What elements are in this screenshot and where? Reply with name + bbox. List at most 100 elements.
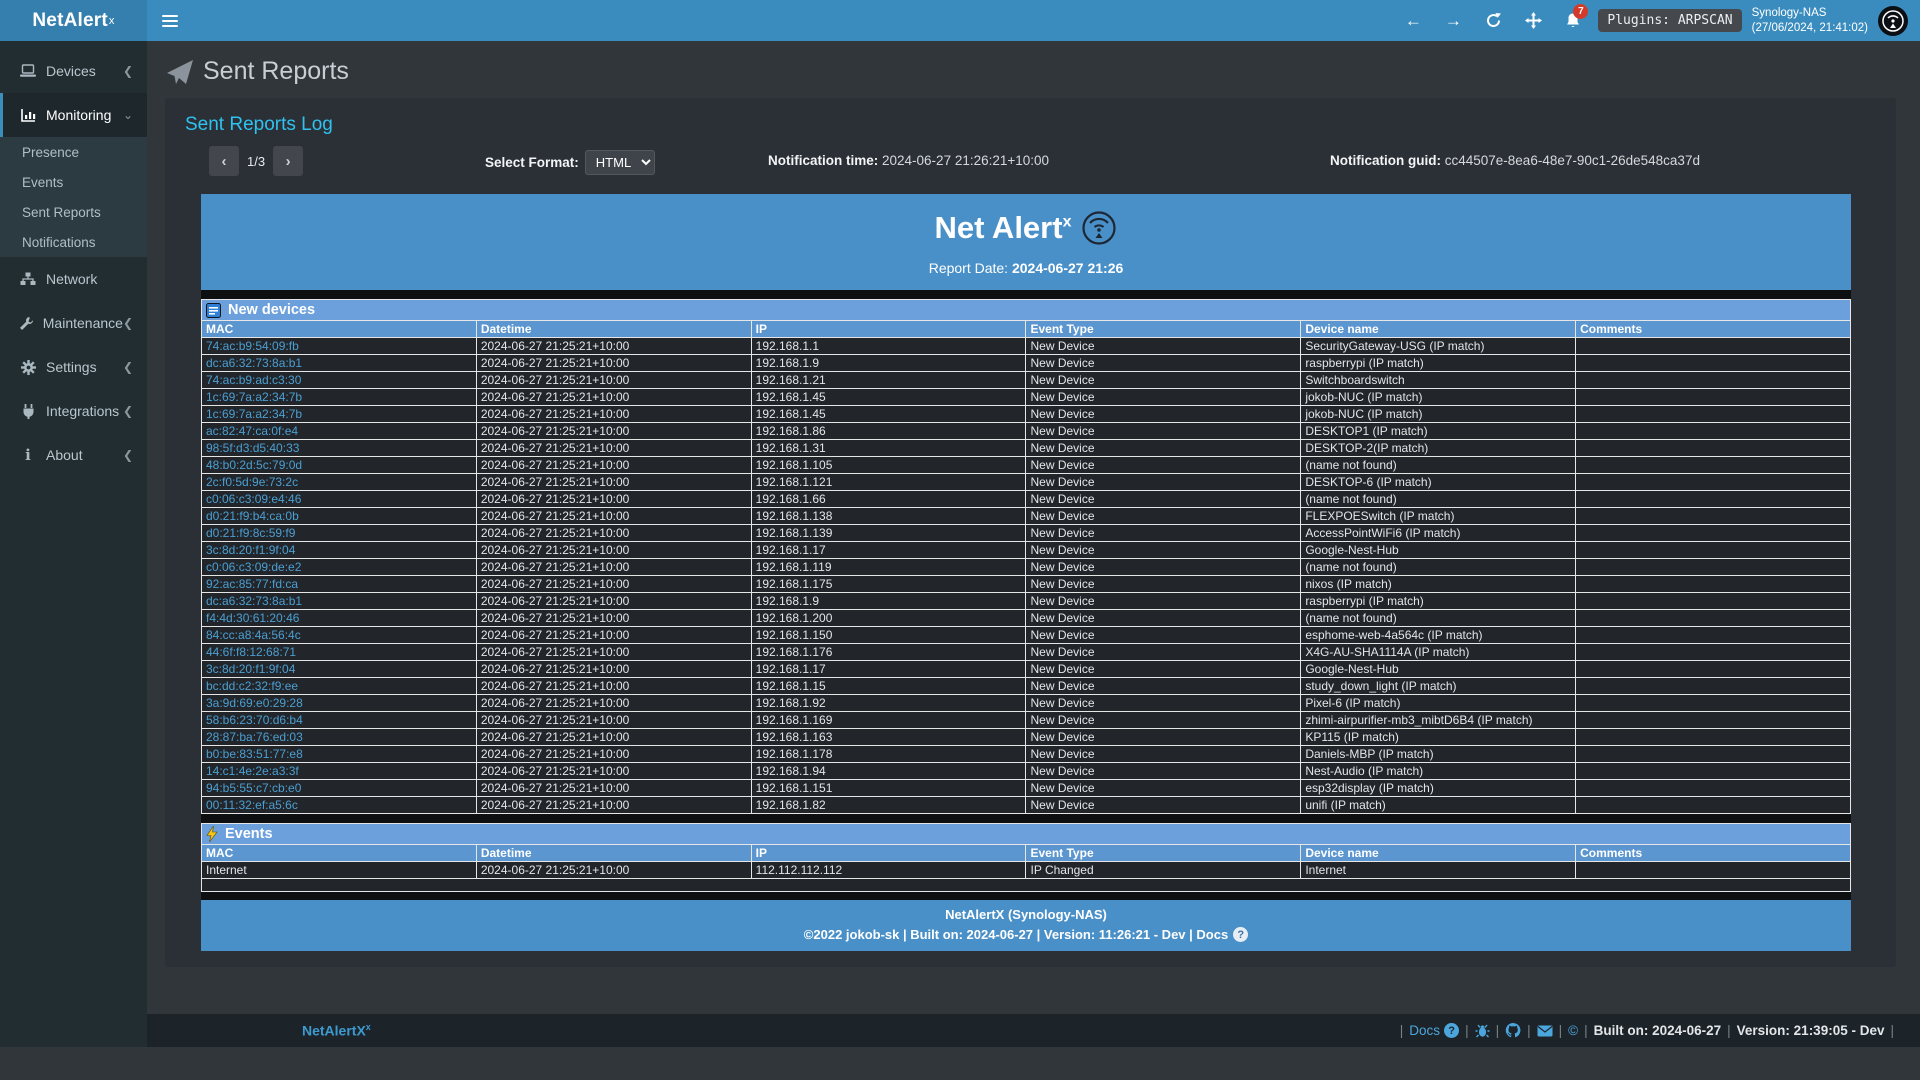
mac-cell[interactable]: 98:5f:d3:d5:40:33 xyxy=(202,440,477,457)
github-link[interactable] xyxy=(1505,1023,1521,1038)
mac-cell[interactable]: dc:a6:32:73:8a:b1 xyxy=(202,593,477,610)
mac-cell[interactable]: c0:06:c3:09:e4:46 xyxy=(202,491,477,508)
mac-link[interactable]: 14:c1:4e:2e:a3:3f xyxy=(206,764,299,778)
mac-cell[interactable]: c0:06:c3:09:de:e2 xyxy=(202,559,477,576)
device-name-cell: jokob-NUC (IP match) xyxy=(1301,406,1576,423)
prev-page-button[interactable]: ‹ xyxy=(209,146,239,176)
question-circle-icon[interactable]: ? xyxy=(1233,927,1248,942)
mac-cell[interactable]: 14:c1:4e:2e:a3:3f xyxy=(202,763,477,780)
sidebar-item-integrations[interactable]: Integrations ❮ xyxy=(0,389,147,433)
sidebar-item-devices[interactable]: Devices ❮ xyxy=(0,49,147,93)
mac-link[interactable]: 28:87:ba:76:ed:03 xyxy=(206,730,303,744)
mac-link[interactable]: 2c:f0:5d:9e:73:2c xyxy=(206,475,298,489)
comments-cell xyxy=(1576,542,1851,559)
mac-link[interactable]: dc:a6:32:73:8a:b1 xyxy=(206,594,302,608)
move-button[interactable] xyxy=(1518,6,1548,36)
mac-link[interactable]: 74:ac:b9:54:09:fb xyxy=(206,339,299,353)
mac-link[interactable]: 58:b6:23:70:d6:b4 xyxy=(206,713,303,727)
ip-cell: 192.168.1.138 xyxy=(751,508,1026,525)
ip-cell: 192.168.1.94 xyxy=(751,763,1026,780)
app-logo[interactable]: NetAlertx xyxy=(0,0,147,41)
mac-cell[interactable]: 92:ac:85:77:fd:ca xyxy=(202,576,477,593)
mac-link[interactable]: f4:4d:30:61:20:46 xyxy=(206,611,299,625)
mac-cell[interactable]: 1c:69:7a:a2:34:7b xyxy=(202,389,477,406)
sidebar-item-settings[interactable]: Settings ❮ xyxy=(0,345,147,389)
mac-cell[interactable]: 3c:8d:20:f1:9f:04 xyxy=(202,661,477,678)
mac-cell[interactable]: 58:b6:23:70:d6:b4 xyxy=(202,712,477,729)
mac-link[interactable]: dc:a6:32:73:8a:b1 xyxy=(206,356,302,370)
mac-link[interactable]: 98:5f:d3:d5:40:33 xyxy=(206,441,299,455)
back-button[interactable]: ← xyxy=(1398,6,1428,36)
table-row: 1c:69:7a:a2:34:7b2024-06-27 21:25:21+10:… xyxy=(202,406,1851,423)
user-avatar[interactable] xyxy=(1878,6,1908,36)
plugins-badge[interactable]: Plugins: ARPSCAN xyxy=(1598,9,1741,32)
sidebar-item-network[interactable]: Network xyxy=(0,257,147,301)
mac-cell[interactable]: d0:21:f9:8c:59:f9 xyxy=(202,525,477,542)
ip-cell: 192.168.1.139 xyxy=(751,525,1026,542)
sidebar-item-sent-reports[interactable]: Sent Reports xyxy=(0,197,147,227)
mac-cell[interactable]: ac:82:47:ca:0f:e4 xyxy=(202,423,477,440)
mac-cell[interactable]: 44:6f:f8:12:68:71 xyxy=(202,644,477,661)
mac-cell[interactable]: dc:a6:32:73:8a:b1 xyxy=(202,355,477,372)
mac-cell[interactable]: 84:cc:a8:4a:56:4c xyxy=(202,627,477,644)
notifications-button[interactable]: 7 xyxy=(1558,6,1588,36)
mac-cell[interactable]: 3c:8d:20:f1:9f:04 xyxy=(202,542,477,559)
mac-link[interactable]: 1c:69:7a:a2:34:7b xyxy=(206,390,302,404)
mac-cell[interactable]: d0:21:f9:b4:ca:0b xyxy=(202,508,477,525)
device-name-cell: KP115 (IP match) xyxy=(1301,729,1576,746)
mac-cell[interactable]: bc:dd:c2:32:f9:ee xyxy=(202,678,477,695)
mac-link[interactable]: bc:dd:c2:32:f9:ee xyxy=(206,679,298,693)
mac-link[interactable]: 94:b5:55:c7:cb:e0 xyxy=(206,781,301,795)
refresh-button[interactable] xyxy=(1478,6,1508,36)
mac-link[interactable]: 00:11:32:ef:a5:6c xyxy=(206,798,298,812)
sidebar-item-about[interactable]: i About ❮ xyxy=(0,433,147,477)
event-type-cell: New Device xyxy=(1026,678,1301,695)
mac-cell[interactable]: 00:11:32:ef:a5:6c xyxy=(202,797,477,814)
mac-link[interactable]: 1c:69:7a:a2:34:7b xyxy=(206,407,302,421)
mac-link[interactable]: ac:82:47:ca:0f:e4 xyxy=(206,424,298,438)
format-select[interactable]: HTML xyxy=(585,150,655,175)
sidebar-item-monitoring[interactable]: Monitoring ⌄ xyxy=(0,93,147,137)
network-icon xyxy=(18,272,38,286)
mac-link[interactable]: 3a:9d:69:e0:29:28 xyxy=(206,696,303,710)
device-name-cell: Pixel-6 (IP match) xyxy=(1301,695,1576,712)
mac-link[interactable]: 74:ac:b9:ad:c3:30 xyxy=(206,373,301,387)
copyright-link[interactable]: © xyxy=(1568,1023,1578,1038)
mac-link[interactable]: 3c:8d:20:f1:9f:04 xyxy=(206,543,295,557)
mac-cell[interactable]: b0:be:83:51:77:e8 xyxy=(202,746,477,763)
sidebar-item-notifications[interactable]: Notifications xyxy=(0,227,147,257)
bug-report-link[interactable] xyxy=(1475,1023,1490,1038)
docs-link[interactable]: Docs? xyxy=(1409,1023,1459,1038)
forward-button[interactable]: → xyxy=(1438,6,1468,36)
footer-brand[interactable]: NetAlertXx xyxy=(302,1022,371,1039)
mac-link[interactable]: 48:b0:2d:5c:79:0d xyxy=(206,458,302,472)
email-link[interactable] xyxy=(1537,1025,1553,1037)
mac-cell[interactable]: 74:ac:b9:ad:c3:30 xyxy=(202,372,477,389)
mac-link[interactable]: 44:6f:f8:12:68:71 xyxy=(206,645,296,659)
mac-cell[interactable]: 94:b5:55:c7:cb:e0 xyxy=(202,780,477,797)
mac-cell[interactable]: 2c:f0:5d:9e:73:2c xyxy=(202,474,477,491)
mac-cell[interactable]: 28:87:ba:76:ed:03 xyxy=(202,729,477,746)
mac-link[interactable]: b0:be:83:51:77:e8 xyxy=(206,747,303,761)
mac-link[interactable]: c0:06:c3:09:e4:46 xyxy=(206,492,301,506)
section-title: New devices xyxy=(228,302,315,318)
event-type-cell: New Device xyxy=(1026,355,1301,372)
mac-cell[interactable]: 3a:9d:69:e0:29:28 xyxy=(202,695,477,712)
mac-link[interactable]: 84:cc:a8:4a:56:4c xyxy=(206,628,301,642)
mac-cell[interactable]: 74:ac:b9:54:09:fb xyxy=(202,338,477,355)
mac-cell[interactable]: f4:4d:30:61:20:46 xyxy=(202,610,477,627)
mac-link[interactable]: 3c:8d:20:f1:9f:04 xyxy=(206,662,295,676)
sidebar-item-maintenance[interactable]: Maintenance ❮ xyxy=(0,301,147,345)
next-page-button[interactable]: › xyxy=(273,146,303,176)
sidebar-item-events[interactable]: Events xyxy=(0,167,147,197)
device-name-cell: zhimi-airpurifier-mb3_mibtD6B4 (IP match… xyxy=(1301,712,1576,729)
mac-cell[interactable]: 48:b0:2d:5c:79:0d xyxy=(202,457,477,474)
sidebar-item-presence[interactable]: Presence xyxy=(0,137,147,167)
sidebar-toggle-button[interactable] xyxy=(147,0,193,41)
comments-cell xyxy=(1576,627,1851,644)
mac-cell[interactable]: 1c:69:7a:a2:34:7b xyxy=(202,406,477,423)
mac-link[interactable]: 92:ac:85:77:fd:ca xyxy=(206,577,298,591)
mac-link[interactable]: d0:21:f9:8c:59:f9 xyxy=(206,526,295,540)
mac-link[interactable]: c0:06:c3:09:de:e2 xyxy=(206,560,301,574)
mac-link[interactable]: d0:21:f9:b4:ca:0b xyxy=(206,509,299,523)
